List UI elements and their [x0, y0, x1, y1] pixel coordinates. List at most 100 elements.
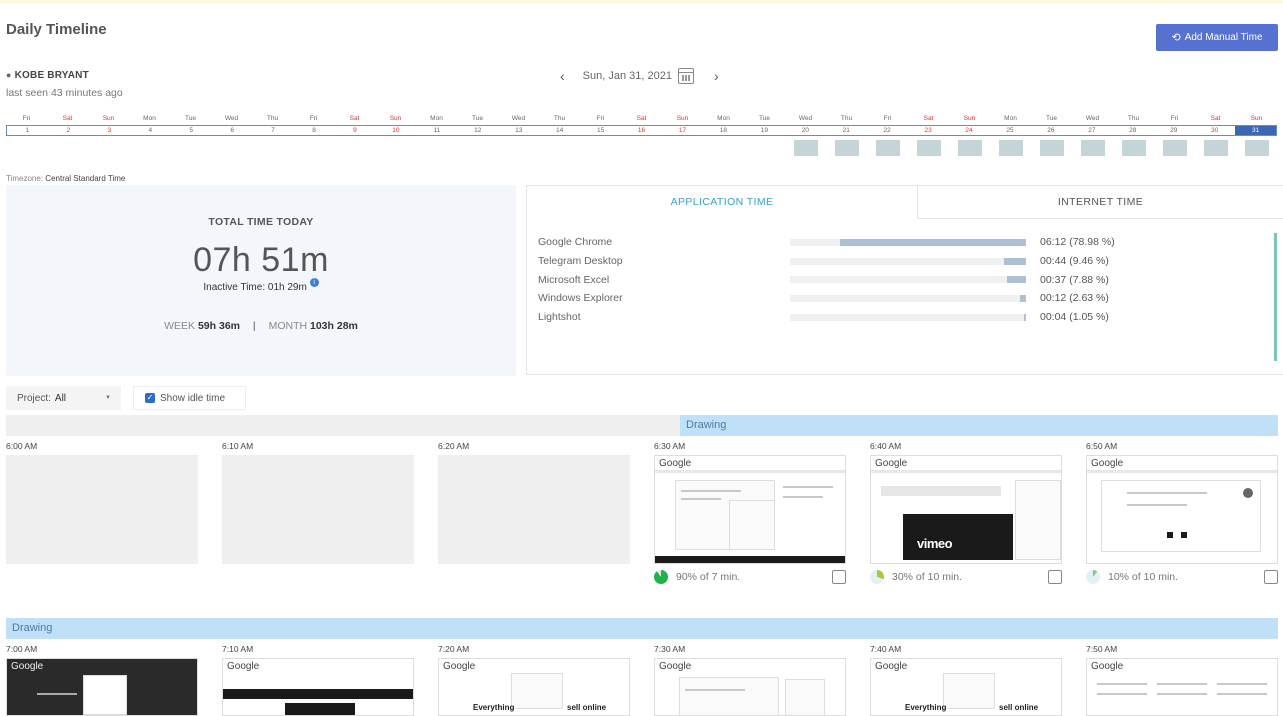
top-accent-line: [0, 0, 1283, 3]
day-activity-block[interactable]: [703, 140, 744, 156]
day-activity-block[interactable]: [211, 140, 252, 156]
day-activity-block[interactable]: [744, 140, 785, 156]
weekday-label: Mon: [143, 115, 156, 122]
day-activity-block[interactable]: [129, 140, 170, 156]
day-number[interactable]: 19: [744, 126, 785, 135]
screenshot-thumbnail[interactable]: Google: [654, 455, 846, 564]
day-number[interactable]: 15: [580, 126, 621, 135]
day-activity-block[interactable]: [621, 140, 662, 156]
day-number[interactable]: 17: [662, 126, 703, 135]
activity-row: [6, 140, 1277, 156]
screenshot-thumbnail[interactable]: Google: [1086, 455, 1278, 564]
day-activity-block[interactable]: [252, 140, 293, 156]
day-number[interactable]: 16: [621, 126, 662, 135]
day-activity-block[interactable]: [457, 140, 498, 156]
day-number[interactable]: 9: [335, 126, 376, 135]
page-headline: sell online: [567, 703, 607, 712]
day-activity-block[interactable]: [990, 140, 1031, 156]
day-activity-block[interactable]: [47, 140, 88, 156]
day-number[interactable]: 22: [867, 126, 908, 135]
select-checkbox[interactable]: [832, 570, 846, 584]
weekday-label: Fri: [309, 115, 318, 122]
tab-application-time[interactable]: APPLICATION TIME: [527, 186, 918, 219]
day-number[interactable]: 28: [1112, 126, 1153, 135]
day-number[interactable]: 25: [990, 126, 1031, 135]
day-number[interactable]: 14: [539, 126, 580, 135]
day-number[interactable]: 8: [294, 126, 335, 135]
project-select[interactable]: Project: All ▼: [6, 386, 121, 410]
screenshot-thumbnail[interactable]: Google Everything sell online: [438, 658, 630, 716]
select-checkbox[interactable]: [1264, 570, 1278, 584]
day-number[interactable]: 31: [1235, 126, 1277, 135]
day-activity-block[interactable]: [580, 140, 621, 156]
show-idle-toggle[interactable]: ✓ Show idle time: [133, 386, 246, 410]
day-activity-block[interactable]: [662, 140, 703, 156]
info-icon[interactable]: i: [309, 278, 319, 287]
chevron-left-icon[interactable]: ‹: [556, 68, 569, 84]
day-activity-block[interactable]: [867, 140, 908, 156]
day-number[interactable]: 7: [253, 126, 294, 135]
day-number[interactable]: 23: [908, 126, 949, 135]
tab-internet-time[interactable]: INTERNET TIME: [918, 186, 1283, 219]
day-number[interactable]: 3: [89, 126, 130, 135]
day-activity-block[interactable]: [170, 140, 211, 156]
day-number[interactable]: 2: [48, 126, 89, 135]
activity-meta: 90% of 7 min.: [654, 567, 846, 587]
day-number[interactable]: 6: [212, 126, 253, 135]
day-number[interactable]: 30: [1194, 126, 1235, 135]
day-number[interactable]: 26: [1030, 126, 1071, 135]
screenshot-thumbnail[interactable]: Google: [654, 658, 846, 716]
day-activity-block[interactable]: [334, 140, 375, 156]
user-name-text: KOBE BRYANT: [14, 70, 89, 81]
day-number[interactable]: 29: [1153, 126, 1194, 135]
day-number[interactable]: 11: [416, 126, 457, 135]
window-frame: [943, 673, 995, 709]
day-activity-block[interactable]: [6, 140, 47, 156]
day-number[interactable]: 13: [498, 126, 539, 135]
weekday-label: Wed: [224, 115, 239, 122]
day-number[interactable]: 20: [785, 126, 826, 135]
select-checkbox[interactable]: [1048, 570, 1062, 584]
checkbox-checked-icon[interactable]: ✓: [145, 393, 155, 403]
day-activity-block[interactable]: [1154, 140, 1195, 156]
day-number[interactable]: 21: [826, 126, 867, 135]
day-activity-block[interactable]: [1195, 140, 1236, 156]
day-number[interactable]: 24: [949, 126, 990, 135]
chevron-right-icon[interactable]: ›: [710, 68, 723, 84]
day-activity-block[interactable]: [785, 140, 826, 156]
add-manual-time-button[interactable]: ⟲ Add Manual Time: [1156, 24, 1278, 51]
day-number[interactable]: 18: [703, 126, 744, 135]
day-number[interactable]: 5: [171, 126, 212, 135]
screenshot-thumbnail[interactable]: Google: [222, 658, 414, 716]
day-activity-block[interactable]: [539, 140, 580, 156]
day-activity-block[interactable]: [908, 140, 949, 156]
screenshot-thumbnail[interactable]: Google: [1086, 658, 1278, 716]
day-activity-block[interactable]: [949, 140, 990, 156]
day-activity-block[interactable]: [416, 140, 457, 156]
day-activity-block[interactable]: [375, 140, 416, 156]
scrollbar[interactable]: [1274, 233, 1277, 361]
day-activity-block[interactable]: [88, 140, 129, 156]
weekday-label: Mon: [430, 115, 443, 122]
day-activity-block[interactable]: [1236, 140, 1277, 156]
day-number[interactable]: 12: [457, 126, 498, 135]
weekday-label: Sun: [389, 115, 402, 122]
screenshot-thumbnail[interactable]: Google vimeo: [870, 455, 1062, 564]
day-number[interactable]: 4: [130, 126, 171, 135]
page-headline: Everything: [905, 703, 947, 712]
day-number[interactable]: 27: [1071, 126, 1112, 135]
day-number[interactable]: 10: [375, 126, 416, 135]
day-activity-block[interactable]: [1031, 140, 1072, 156]
app-time-value: 00:12 (2.63 %): [1040, 292, 1109, 305]
screenshot-thumbnail[interactable]: Google: [6, 658, 198, 716]
screenshot-thumbnail[interactable]: Google Everything sell online: [870, 658, 1062, 716]
day-activity-block[interactable]: [1072, 140, 1113, 156]
day-activity-block[interactable]: [1113, 140, 1154, 156]
day-activity-block[interactable]: [498, 140, 539, 156]
weekday-label: Thu: [840, 115, 853, 122]
day-activity-block[interactable]: [293, 140, 334, 156]
weekday-label: Tue: [759, 115, 770, 122]
calendar-icon[interactable]: [677, 68, 694, 84]
day-number[interactable]: 1: [7, 126, 48, 135]
day-activity-block[interactable]: [826, 140, 867, 156]
